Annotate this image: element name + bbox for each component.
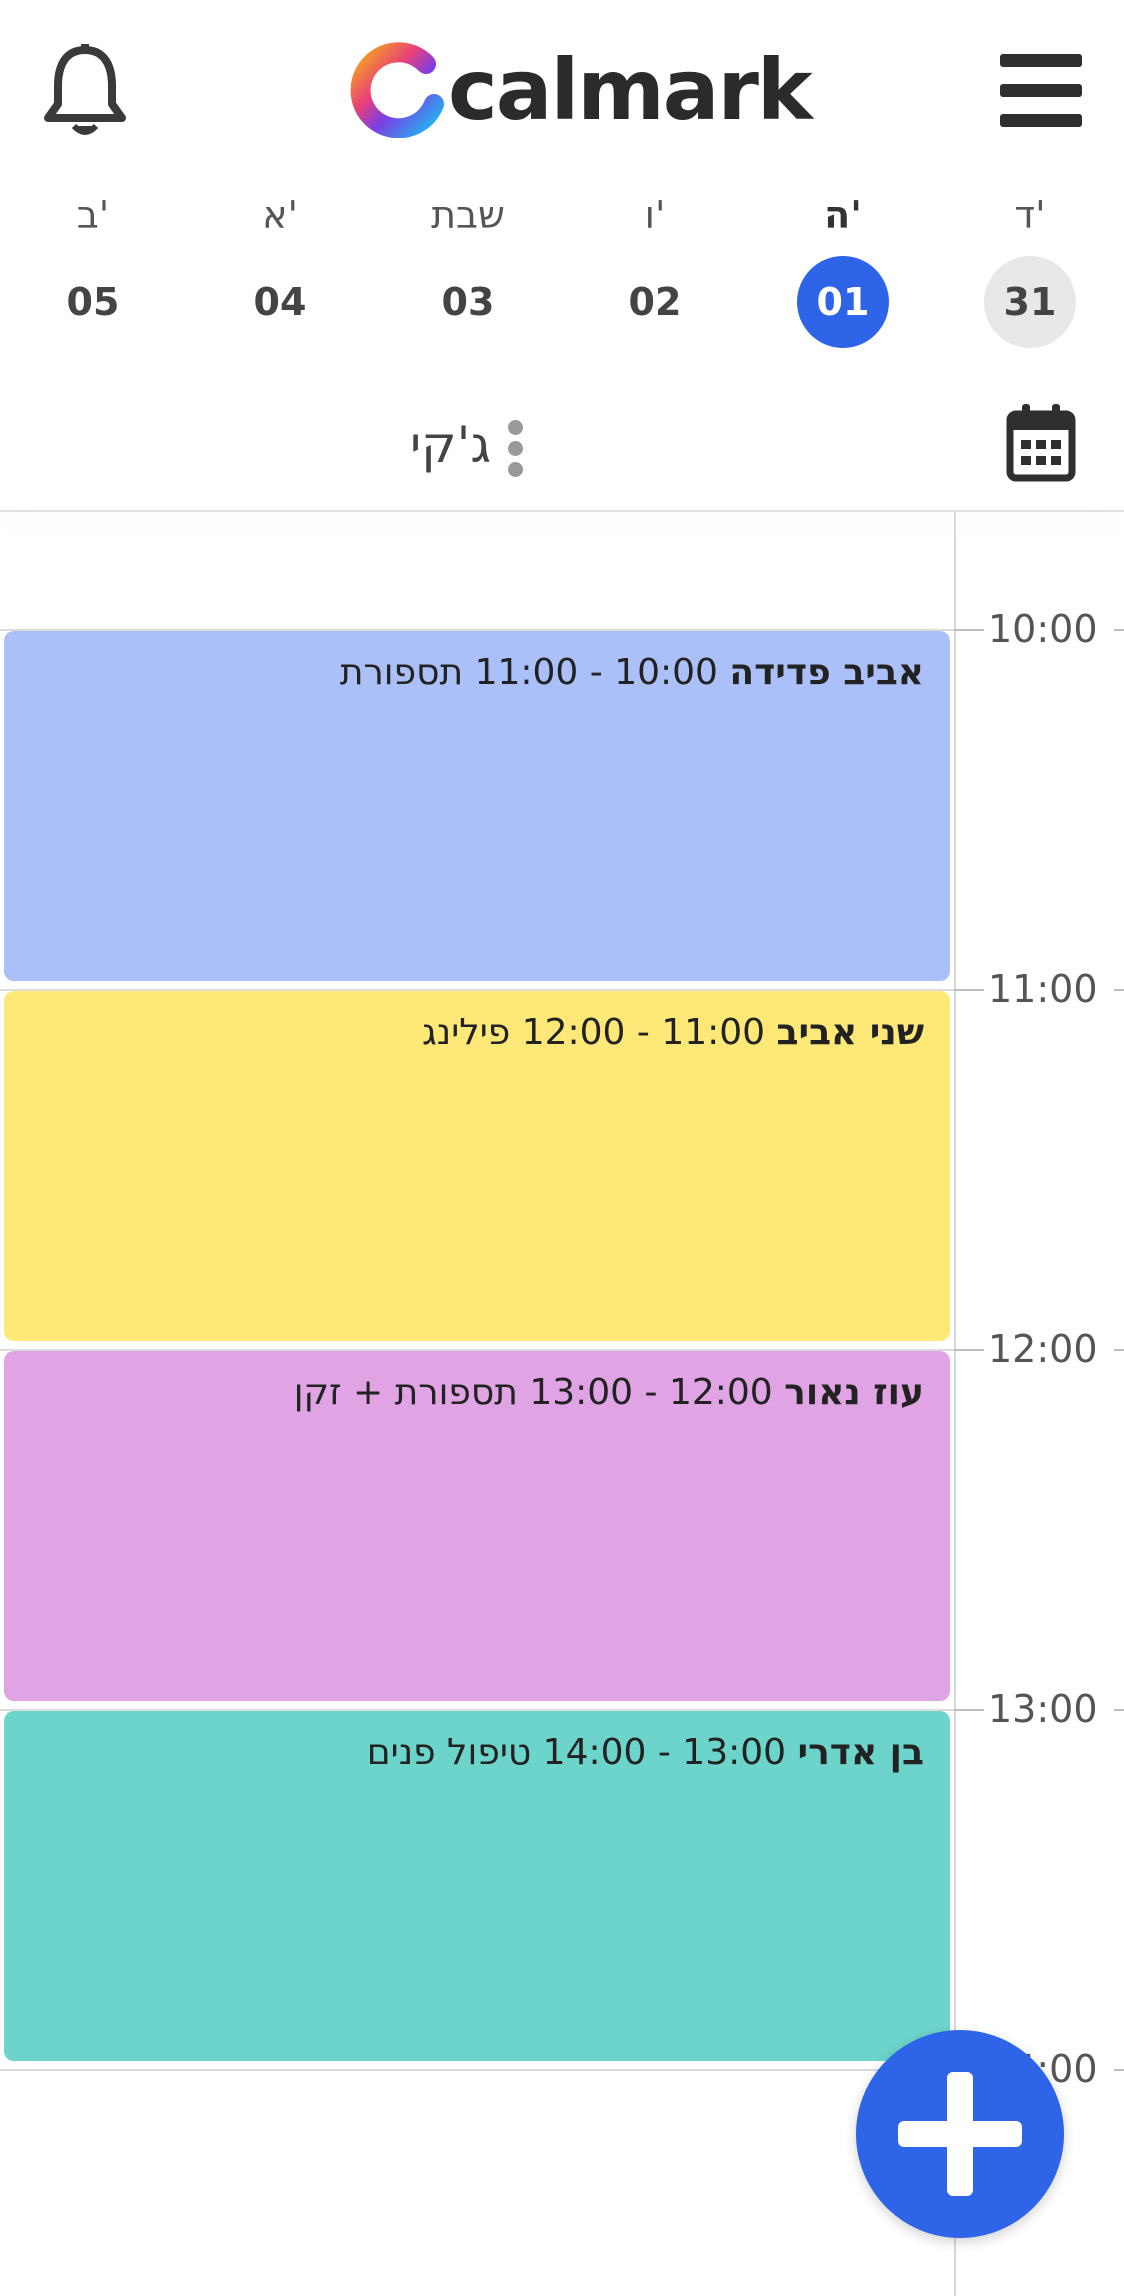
- day-name: ה': [824, 193, 862, 237]
- day-5[interactable]: ב' 05: [38, 190, 148, 348]
- day-number: 04: [253, 280, 307, 324]
- hamburger-menu-icon[interactable]: [1000, 54, 1082, 128]
- calmark-logo: calmark: [348, 40, 813, 140]
- day-number: 03: [441, 280, 495, 324]
- day-3[interactable]: שבת 03: [413, 190, 523, 348]
- appointment-client: שני אביב: [776, 1012, 924, 1053]
- day-number: 31: [984, 256, 1076, 348]
- day-number: 05: [66, 280, 120, 324]
- appointment-service: תספורת: [339, 652, 464, 693]
- appointment-card[interactable]: עוז נאור 13:00 - 12:00 תספורת + זקן: [4, 1351, 950, 1701]
- hour-label: 11:00: [984, 965, 1114, 1013]
- hour-label: 12:00: [984, 1325, 1114, 1373]
- bell-icon[interactable]: [40, 40, 130, 140]
- brand-name: calmark: [448, 41, 813, 139]
- staff-selector: ג'קי: [0, 390, 1124, 510]
- day-name: ד': [1014, 193, 1046, 237]
- appointment-time: 11:00 - 10:00: [474, 652, 718, 693]
- appointment-time: 12:00 - 11:00: [521, 1012, 766, 1053]
- week-strip: ד' 31 ה' 01 ו' 02 שבת 03 א' 04 ב' 05: [0, 190, 1124, 360]
- appointment-service: תספורת + זקן: [293, 1372, 518, 1413]
- appointment-card[interactable]: בן אדרי 14:00 - 13:00 טיפול פנים: [4, 1711, 950, 2061]
- appointment-client: אביב פדידה: [729, 652, 924, 693]
- day-1[interactable]: ה' 01: [788, 190, 898, 348]
- add-appointment-button[interactable]: [856, 2030, 1064, 2238]
- appointment-time: 14:00 - 13:00: [542, 1732, 787, 1773]
- hour-label: 10:00: [984, 605, 1114, 653]
- day-name: ב': [76, 193, 110, 237]
- appointment-service: טיפול פנים: [366, 1732, 532, 1773]
- appointment-card[interactable]: אביב פדידה 11:00 - 10:00 תספורת: [4, 631, 950, 981]
- day-name: ו': [644, 193, 666, 237]
- day-number: 02: [628, 280, 682, 324]
- appointment-card[interactable]: שני אביב 12:00 - 11:00 פילינג: [4, 991, 950, 1341]
- day-2[interactable]: ו' 02: [600, 190, 710, 348]
- time-axis: [954, 512, 956, 2296]
- appointment-client: עוז נאור: [784, 1372, 924, 1413]
- day-0[interactable]: ד' 31: [975, 190, 1085, 348]
- app-header: calmark: [0, 0, 1124, 180]
- day-number: 01: [797, 256, 889, 348]
- day-name: א': [262, 193, 298, 237]
- calmark-logo-icon: [350, 42, 444, 138]
- calendar-icon[interactable]: [1006, 404, 1076, 482]
- appointment-time: 13:00 - 12:00: [529, 1372, 773, 1413]
- day-4[interactable]: א' 04: [225, 190, 335, 348]
- appointment-service: פילינג: [421, 1012, 511, 1053]
- staff-name[interactable]: ג'קי: [410, 416, 491, 474]
- appointment-client: בן אדרי: [797, 1732, 925, 1773]
- more-vertical-icon[interactable]: [508, 420, 524, 480]
- hour-label: 13:00: [984, 1685, 1114, 1733]
- day-timeline[interactable]: 10:00 11:00 12:00 13:00 14:00 אביב פדידה 11:0…: [0, 512, 1124, 2296]
- day-name: שבת: [431, 193, 505, 237]
